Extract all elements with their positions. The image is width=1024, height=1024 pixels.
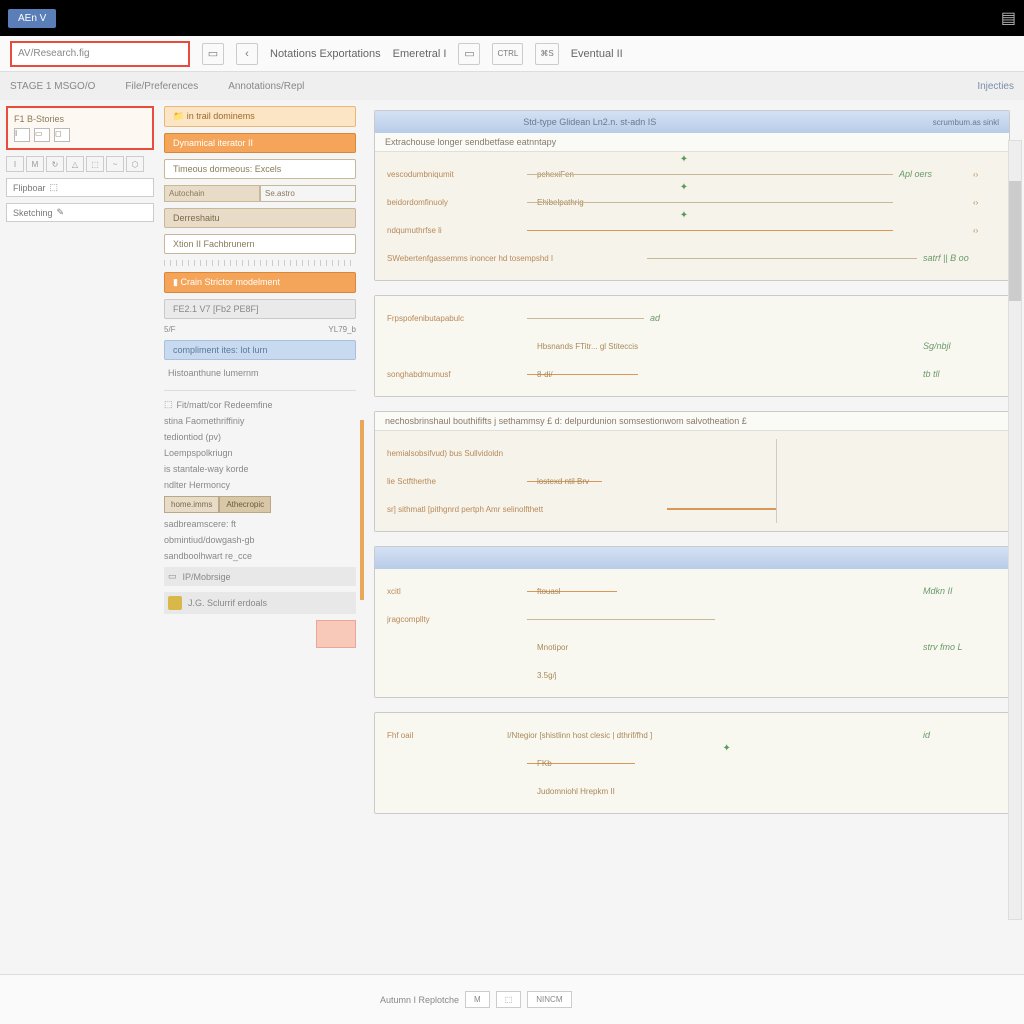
timeline-row[interactable]: ndqumuthrfse li✦‹› xyxy=(387,216,997,244)
timeline-row[interactable]: xcitlftouaslMdkn II xyxy=(387,577,997,605)
timeline-row[interactable]: Hbsnands FTitr... gl StiteccisSg/nbjl xyxy=(387,332,997,360)
lower-item[interactable]: tediontiod (pv) xyxy=(164,432,356,442)
timeline-row[interactable]: sr] sithmatl [pithgnrd pertph Amr selino… xyxy=(387,495,776,523)
bottom-label: Autumn I Replotche xyxy=(380,995,459,1005)
timeline-row[interactable]: Frpspofenibutapabulcad xyxy=(387,304,997,332)
timeline-row[interactable]: jragcompllty xyxy=(387,605,997,633)
accent-bar xyxy=(360,420,364,600)
item-derreshaitu[interactable]: Derreshaitu xyxy=(164,208,356,228)
lower-item[interactable]: ndlter Hermoncy xyxy=(164,480,356,490)
tool-icon[interactable]: ↻ xyxy=(46,156,64,172)
monitor-icon[interactable]: ▭ xyxy=(202,43,224,65)
tool-icon[interactable]: △ xyxy=(66,156,84,172)
stat-right: YL79_b xyxy=(328,325,356,334)
timeline-row[interactable]: beidordomfinuolyEhibelpathrig✦‹› xyxy=(387,188,997,216)
timeline-row[interactable]: lie Sctftherthelostexd ntil Brv xyxy=(387,467,776,495)
tool-palette: I M ↻ △ ⬚ ~ ⬡ xyxy=(6,156,154,172)
tail-item: sandboolhwart re_cce xyxy=(164,551,356,561)
search-input[interactable]: AV/Research.fig xyxy=(10,41,190,67)
lower-item[interactable]: Loempspolkriugn xyxy=(164,448,356,458)
subheader-mid-0[interactable]: File/Preferences xyxy=(125,81,198,92)
card-mini-2[interactable]: ▭ xyxy=(34,128,50,142)
tool-icon[interactable]: ⬡ xyxy=(126,156,144,172)
tool-icon[interactable]: ~ xyxy=(106,156,124,172)
caption: Histoanthune lumernm xyxy=(164,366,356,380)
blue-button[interactable]: compliment ites: lot lurn xyxy=(164,340,356,360)
tool-icon[interactable]: I xyxy=(6,156,24,172)
app-tab[interactable]: AEn V xyxy=(8,9,56,28)
card-mini-3[interactable]: ◻ xyxy=(54,128,70,142)
properties-panel: 📁 in trail dominems Dynamical iterator I… xyxy=(160,100,360,950)
nav-link-2[interactable]: Eventual II xyxy=(571,48,623,60)
panel-header[interactable] xyxy=(375,547,1009,569)
subheader-right[interactable]: Injecties xyxy=(977,81,1014,92)
item-timeous[interactable]: Timeous dormeous: Excels xyxy=(164,159,356,179)
scroll-thumb[interactable] xyxy=(1009,181,1021,301)
card-title: F1 B-Stories xyxy=(14,114,146,124)
timeline-panel-5: Fhf oailI/Ntegior [shistlinn host clesic… xyxy=(374,712,1010,814)
left-sidebar: F1 B-Stories I ▭ ◻ I M ↻ △ ⬚ ~ ⬡ Flipboa… xyxy=(0,100,160,950)
toolbar: AV/Research.fig ▭ ‹ Notations Exportatio… xyxy=(0,36,1024,72)
nums-row: FE2.1 V7 [Fb2 PE8F] xyxy=(164,299,356,319)
lower-item[interactable]: stina Faomethriffiniy xyxy=(164,416,356,426)
nav-link-0[interactable]: Notations Exportations xyxy=(270,48,381,60)
tail-item: sadbreamscere: ft xyxy=(164,519,356,529)
ruler xyxy=(164,260,356,266)
folder-chip[interactable]: 📁 in trail dominems xyxy=(164,106,356,127)
foot-a[interactable]: ▭ IP/Mobrsige xyxy=(164,567,356,586)
tail-item: obmintiud/dowgash-gb xyxy=(164,535,356,545)
timeline-row[interactable]: Fhf oailI/Ntegior [shistlinn host clesic… xyxy=(387,721,997,749)
dual-button[interactable]: home.immsAthecropic xyxy=(164,496,356,513)
timeline-panel-3: nechosbrinshaul bouthififts j sethammsy … xyxy=(374,411,1010,532)
side-btn-flipboar[interactable]: Flipboar⬚ xyxy=(6,178,154,197)
panel-subtitle: nechosbrinshaul bouthififts j sethammsy … xyxy=(375,412,1009,431)
panel-header[interactable]: Std-type Glidean Ln2.n. st-adn IS scrumb… xyxy=(375,111,1009,133)
titlebar: AEn V ▤ xyxy=(0,0,1024,36)
pill-ctrl[interactable]: CTRL xyxy=(492,43,523,65)
tool-icon[interactable]: ⬚ xyxy=(86,156,104,172)
lower-item[interactable]: is stantale-way korde xyxy=(164,464,356,474)
nav-link-1[interactable]: Emeretral I xyxy=(393,48,447,60)
scrollbar[interactable] xyxy=(1008,140,1022,920)
gold-icon xyxy=(168,596,182,610)
panel-header-right: scrumbum.as sinkl xyxy=(933,118,999,127)
bottom-btn[interactable]: NINCM xyxy=(527,991,571,1008)
timeline-row[interactable]: 3.5g/j xyxy=(387,661,997,689)
timeline-panel-2: Frpspofenibutapabulcad Hbsnands FTitr...… xyxy=(374,295,1010,397)
timeline-row[interactable]: Mnotiporstrv fmo L xyxy=(387,633,997,661)
item-autochain[interactable]: AutochainSe.astro xyxy=(164,185,356,202)
back-icon[interactable]: ‹ xyxy=(236,43,258,65)
stat-left: 5/F xyxy=(164,325,176,334)
content-area: Std-type Glidean Ln2.n. st-adn IS scrumb… xyxy=(360,100,1024,950)
subheader-mid-1[interactable]: Annotations/Repl xyxy=(228,81,304,92)
chat-icon[interactable]: ▭ xyxy=(458,43,480,65)
item-dynamical[interactable]: Dynamical iterator II xyxy=(164,133,356,153)
pill-cmd[interactable]: ⌘S xyxy=(535,43,558,65)
lower-header[interactable]: ⬚ Fit/matt/cor Redeemfine xyxy=(164,399,356,410)
tool-icon[interactable]: M xyxy=(26,156,44,172)
side-btn-sketching[interactable]: Sketching✎ xyxy=(6,203,154,222)
timeline-row[interactable]: vescodumbniqumitpchexiFen✦Apl oers‹› xyxy=(387,160,997,188)
subheader: STAGE 1 MSGO/O File/Preferences Annotati… xyxy=(0,72,1024,100)
highlighted-card[interactable]: F1 B-Stories I ▭ ◻ xyxy=(6,106,154,150)
cta-orange[interactable]: ▮ Crain Strictor modelment xyxy=(164,272,356,293)
card-mini-1[interactable]: I xyxy=(14,128,30,142)
color-swatch[interactable] xyxy=(316,620,356,648)
timeline-row[interactable]: Judomniohl Hrepkm II xyxy=(387,777,997,805)
panel-title: Std-type Glidean Ln2.n. st-adn IS xyxy=(523,117,656,127)
bottom-btn[interactable]: M xyxy=(465,991,490,1008)
foot-b[interactable]: J.G. Sclurrif erdoals xyxy=(164,592,356,614)
timeline-panel-4: xcitlftouaslMdkn II jragcompllty Mnotipo… xyxy=(374,546,1010,698)
stage-label: STAGE 1 MSGO/O xyxy=(10,81,95,92)
bottom-btn[interactable]: ⬚ xyxy=(496,991,522,1008)
timeline-row[interactable]: hemialsobsifvud) bus Sullvidoldn xyxy=(387,439,776,467)
window-controls-icon[interactable]: ▤ xyxy=(1001,8,1016,28)
panel-subtitle: Extrachouse longer sendbetfase eatnntapy xyxy=(375,133,1009,152)
bottom-bar: Autumn I Replotche M ⬚ NINCM xyxy=(0,974,1024,1024)
item-xtion[interactable]: Xtion II Fachbrunern xyxy=(164,234,356,254)
timeline-panel-1: Std-type Glidean Ln2.n. st-adn IS scrumb… xyxy=(374,110,1010,281)
timeline-row[interactable]: songhabdmumusf8-di/tb tll xyxy=(387,360,997,388)
timeline-row[interactable]: FKb✦ xyxy=(387,749,997,777)
timeline-row[interactable]: SWebertenfgassemms inoncer hd tosempshd … xyxy=(387,244,997,272)
